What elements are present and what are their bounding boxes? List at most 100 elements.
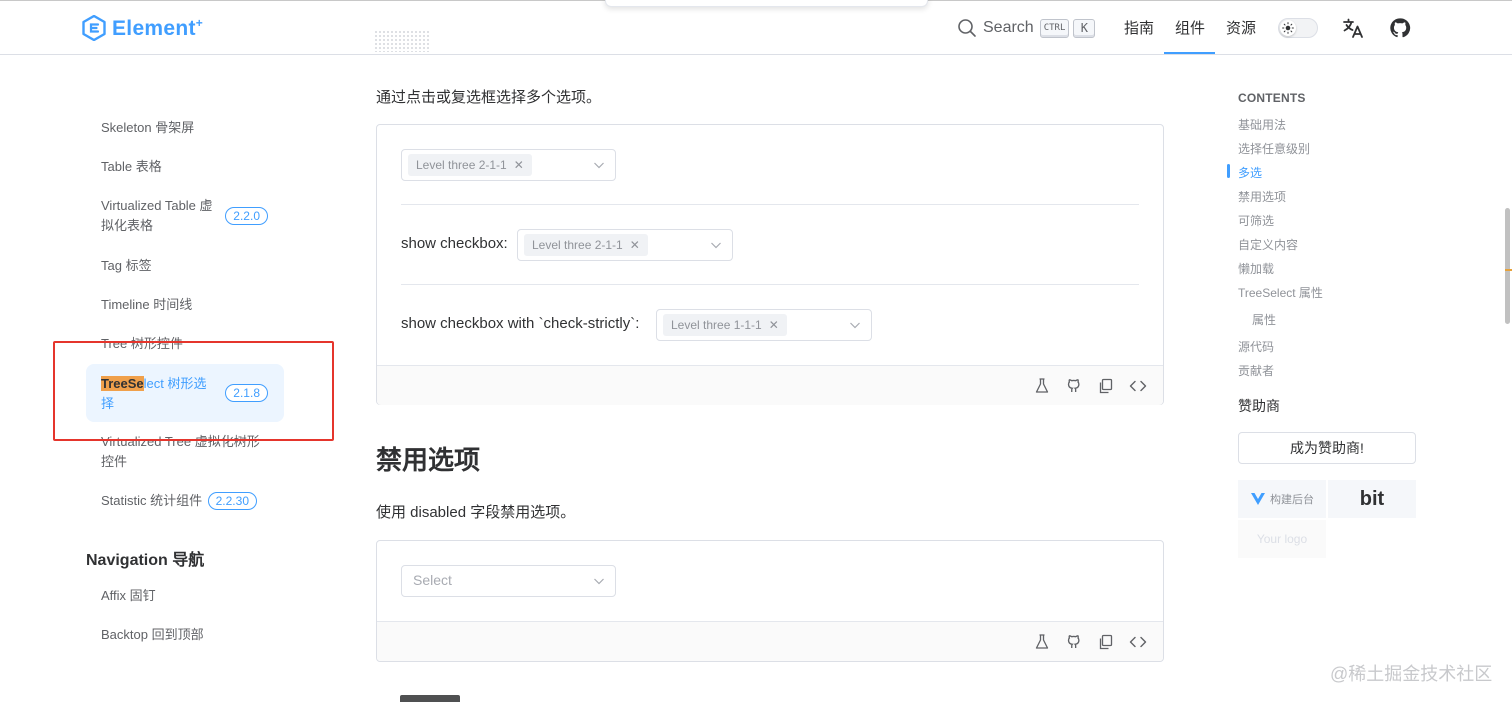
chevron-down-icon — [594, 162, 604, 169]
toc-item-disabled[interactable]: 禁用选项 — [1238, 188, 1286, 205]
toc-item-source[interactable]: 源代码 — [1238, 338, 1274, 355]
tree-select-checkbox[interactable]: Level three 2-1-1 ✕ — [517, 229, 733, 261]
check-strictly-label: show checkbox with `check-strictly`: — [401, 315, 640, 332]
kbd-k: K — [1073, 18, 1096, 38]
demo-card-disabled: Select — [376, 540, 1164, 662]
sidebar-item-label: Backtop 回到顶部 — [101, 627, 204, 642]
sidebar-item-virtualized-table[interactable]: Virtualized Table 虚拟化表格 2.2.0 — [86, 196, 284, 236]
select-placeholder: Select — [413, 572, 452, 588]
tree-select-check-strictly[interactable]: Level three 1-1-1 ✕ — [656, 309, 872, 341]
tag-close-icon[interactable]: ✕ — [514, 154, 524, 176]
toc-item-filterable[interactable]: 可筛选 — [1238, 212, 1274, 229]
selected-tag: Level three 2-1-1 ✕ — [408, 154, 532, 176]
section-title-disabled: 禁用选项 — [376, 445, 481, 475]
sun-icon — [1282, 22, 1294, 34]
version-badge: 2.2.0 — [225, 207, 268, 225]
toc-item-lazy[interactable]: 懒加载 — [1238, 260, 1274, 277]
toc-item-attributes[interactable]: 属性 — [1252, 311, 1276, 328]
sidebar-item-label: Virtualized Table 虚拟化表格 — [101, 198, 213, 233]
kbd-ctrl: CTRL — [1039, 18, 1070, 38]
sidebar-item-tree[interactable]: Tree 树形控件 — [86, 334, 284, 354]
v-logo-icon — [1251, 493, 1265, 505]
search-label: Search — [983, 19, 1034, 36]
watermark: @稀土掘金技术社区 — [1330, 664, 1493, 684]
sidebar-item-timeline[interactable]: Timeline 时间线 — [86, 295, 284, 315]
playground-icon[interactable] — [1033, 633, 1051, 651]
toc-item-api[interactable]: TreeSelect 属性 — [1238, 284, 1323, 301]
sidebar-item-tag[interactable]: Tag 标签 — [86, 256, 284, 276]
show-checkbox-label: show checkbox: — [401, 235, 508, 252]
popup-edge — [605, 0, 928, 7]
toc-item-any-level[interactable]: 选择任意级别 — [1238, 140, 1310, 157]
search-icon — [958, 19, 976, 37]
sidebar-item-affix[interactable]: Affix 固钉 — [86, 586, 284, 606]
sponsor-tile-vform[interactable]: 构建后台 — [1238, 480, 1326, 518]
divider — [401, 204, 1139, 205]
sidebar-item-table[interactable]: Table 表格 — [86, 157, 284, 177]
translate-icon[interactable] — [1342, 17, 1364, 39]
github-icon[interactable] — [1389, 17, 1411, 39]
sidebar-item-label: Table 表格 — [101, 159, 162, 174]
sponsor-heading: 赞助商 — [1238, 398, 1280, 414]
sponsor-tile-your-logo[interactable]: Your logo — [1238, 520, 1326, 558]
copy-icon[interactable] — [1097, 377, 1115, 395]
copy-icon[interactable] — [1097, 633, 1115, 651]
divider — [401, 284, 1139, 285]
search-button[interactable]: Search CTRL K — [957, 16, 1096, 40]
sidebar-item-statistic[interactable]: Statistic 统计组件 2.2.30 — [86, 491, 284, 511]
toc-item-custom-content[interactable]: 自定义内容 — [1238, 236, 1298, 253]
nav-components[interactable]: 组件 — [1175, 17, 1205, 38]
demo-intro-text: 通过点击或复选框选择多个选项。 — [376, 89, 602, 106]
sidebar-item-label: Timeline 时间线 — [101, 297, 193, 312]
sidebar-item-backtop[interactable]: Backtop 回到顶部 — [86, 625, 284, 645]
scroll-edge-mark — [1505, 269, 1512, 271]
next-section-title-partial — [400, 695, 460, 702]
nav-active-indicator — [1164, 52, 1215, 54]
element-hexagon-icon — [82, 15, 106, 41]
element-logo[interactable]: Element+ — [82, 14, 203, 42]
page-scrollbar[interactable] — [1505, 208, 1510, 324]
demo-card-multiple: Level three 2-1-1 ✕ show checkbox: Level … — [376, 124, 1164, 405]
demo-footer — [377, 621, 1163, 661]
github-icon[interactable] — [1065, 633, 1083, 651]
version-badge: 2.1.8 — [225, 384, 268, 402]
sidebar-item-label: Skeleton 骨架屏 — [101, 120, 195, 135]
tag-close-icon[interactable]: ✕ — [769, 314, 779, 336]
chevron-down-icon — [711, 242, 721, 249]
selected-tag: Level three 2-1-1 ✕ — [524, 234, 648, 256]
sidebar-item-label: Statistic 统计组件 — [101, 493, 203, 508]
sidebar-group-navigation: Navigation 导航 — [86, 552, 205, 569]
toc-title: CONTENTS — [1238, 91, 1306, 105]
tag-close-icon[interactable]: ✕ — [630, 234, 640, 256]
chevron-down-icon — [594, 578, 604, 585]
github-icon[interactable] — [1065, 377, 1083, 395]
sidebar-item-virtualized-tree[interactable]: Virtualized Tree 虚拟化树形控件 — [86, 432, 284, 472]
theme-knob — [1280, 20, 1296, 36]
nav-guide[interactable]: 指南 — [1124, 17, 1154, 38]
sidebar-item-skeleton[interactable]: Skeleton 骨架屏 — [86, 118, 284, 138]
code-icon[interactable] — [1129, 633, 1147, 651]
sidebar-item-label: Tree 树形控件 — [101, 336, 183, 351]
tree-select-multiple[interactable]: Level three 2-1-1 ✕ — [401, 149, 616, 181]
code-icon[interactable] — [1129, 377, 1147, 395]
chevron-down-icon — [850, 322, 860, 329]
sidebar-item-treeselect[interactable]: TreeSelect 树形选择 2.1.8 — [86, 364, 284, 422]
playground-icon[interactable] — [1033, 377, 1051, 395]
nav-resources[interactable]: 资源 — [1226, 17, 1256, 38]
sidebar-item-label: TreeSelect 树形选择 — [101, 376, 207, 411]
sponsor-tile-bit[interactable]: bit — [1328, 480, 1416, 518]
toc-item-multiple[interactable]: 多选 — [1238, 164, 1262, 181]
theme-toggle[interactable] — [1278, 18, 1318, 38]
tree-select-disabled[interactable]: Select — [401, 565, 616, 597]
search-highlight: TreeSe — [101, 376, 144, 391]
top-header: Element+ Search CTRL K 指南 组件 资源 — [0, 0, 1512, 55]
become-sponsor-button[interactable]: 成为赞助商! — [1238, 432, 1416, 464]
logo-text: Element+ — [112, 15, 204, 40]
sidebar-item-label: Affix 固钉 — [101, 588, 156, 603]
sidebar-item-label: Tag 标签 — [101, 258, 152, 273]
selected-tag: Level three 1-1-1 ✕ — [663, 314, 787, 336]
sidebar-item-label: Virtualized Tree 虚拟化树形控件 — [101, 434, 260, 469]
section-description: 使用 disabled 字段禁用选项。 — [376, 504, 576, 521]
toc-item-basic[interactable]: 基础用法 — [1238, 116, 1286, 133]
toc-item-contributors[interactable]: 贡献者 — [1238, 362, 1274, 379]
